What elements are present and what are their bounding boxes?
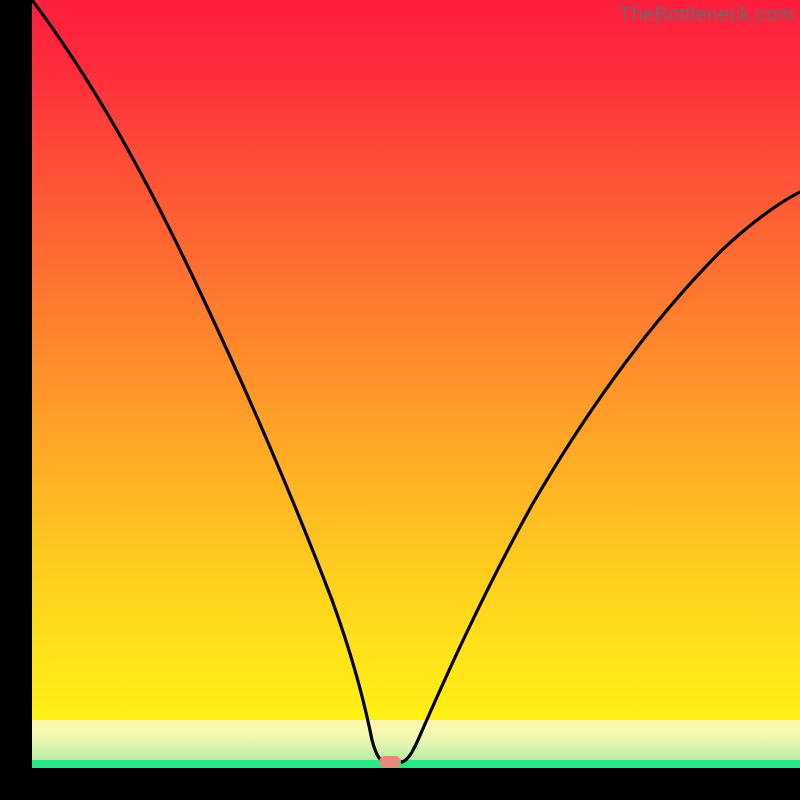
optimal-point-marker <box>379 756 401 768</box>
chart-frame: TheBottleneck.com <box>0 0 800 800</box>
curve-path <box>32 0 800 762</box>
plot-area: TheBottleneck.com <box>32 0 800 768</box>
watermark-text: TheBottleneck.com <box>619 4 794 27</box>
bottleneck-curve <box>32 0 800 768</box>
